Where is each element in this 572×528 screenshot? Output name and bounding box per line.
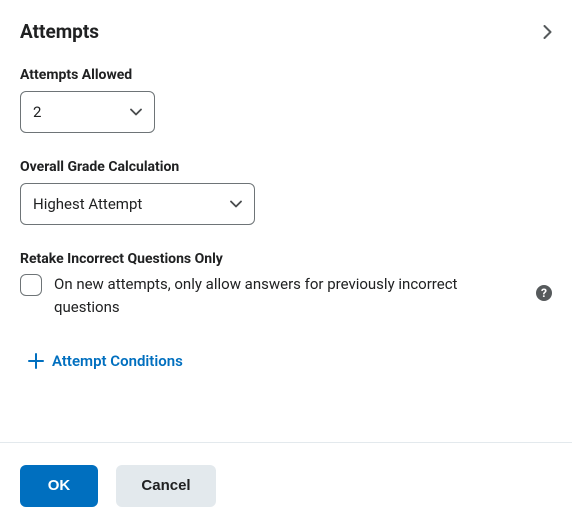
grade-calc-value: Highest Attempt bbox=[33, 195, 142, 213]
attempts-allowed-label: Attempts Allowed bbox=[20, 67, 552, 83]
attempt-conditions-link[interactable]: Attempt Conditions bbox=[20, 352, 552, 370]
retake-group-label: Retake Incorrect Questions Only bbox=[20, 251, 552, 267]
dialog-footer: OK Cancel bbox=[0, 442, 572, 528]
grade-calc-select[interactable]: Highest Attempt bbox=[20, 183, 255, 225]
help-icon[interactable]: ? bbox=[536, 285, 552, 301]
retake-field: Retake Incorrect Questions Only On new a… bbox=[20, 251, 552, 318]
attempts-allowed-field: Attempts Allowed 2 bbox=[20, 67, 552, 133]
attempts-section: Attempts Attempts Allowed 2 Overall Grad… bbox=[0, 0, 572, 370]
section-title: Attempts bbox=[20, 20, 99, 43]
plus-icon bbox=[28, 353, 44, 369]
retake-checkbox[interactable] bbox=[20, 274, 42, 296]
chevron-down-icon bbox=[130, 108, 142, 116]
section-header[interactable]: Attempts bbox=[20, 20, 552, 43]
attempts-allowed-select[interactable]: 2 bbox=[20, 91, 155, 133]
grade-calc-field: Overall Grade Calculation Highest Attemp… bbox=[20, 159, 552, 225]
attempt-conditions-label: Attempt Conditions bbox=[52, 352, 183, 370]
ok-button[interactable]: OK bbox=[20, 465, 98, 507]
grade-calc-label: Overall Grade Calculation bbox=[20, 159, 552, 175]
chevron-right-icon bbox=[543, 25, 552, 39]
chevron-down-icon bbox=[230, 200, 242, 208]
attempts-allowed-value: 2 bbox=[33, 103, 41, 121]
cancel-button[interactable]: Cancel bbox=[116, 465, 216, 507]
retake-description: On new attempts, only allow answers for … bbox=[54, 273, 552, 318]
